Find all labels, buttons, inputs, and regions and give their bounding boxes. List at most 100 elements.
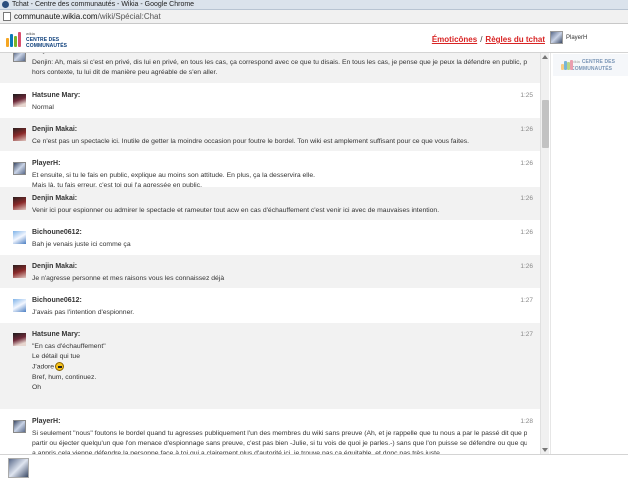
message-author[interactable]: Hatsune Mary: xyxy=(32,92,80,99)
chat-input-area xyxy=(0,454,628,480)
message-time: 1:26 xyxy=(520,195,533,202)
cool-smiley-icon xyxy=(55,362,65,372)
url-text[interactable]: communaute.wikia.com/wiki/Spécial:Chat xyxy=(14,12,161,21)
message-body: "En cas d'échauffement" Le détail qui tue… xyxy=(32,342,527,393)
message-author[interactable]: Bichoune0612: xyxy=(32,297,82,304)
chat-rules-link[interactable]: Règles du tchat xyxy=(485,35,545,44)
message-author[interactable]: Denjin Makai: xyxy=(32,126,77,133)
window-title: Tchat - Centre des communautés - Wikia -… xyxy=(12,1,195,8)
message-body: Ce n'est pas un spectacle ici. Inutile d… xyxy=(32,137,527,147)
message-time: 1:26 xyxy=(520,126,533,133)
room-logo-line-2: COMMUNAUTÉS xyxy=(570,66,613,72)
message-line: Oh xyxy=(32,384,42,392)
room-logo-line-1: CENTRE DES xyxy=(581,59,616,65)
avatar[interactable] xyxy=(13,94,26,107)
message-line: Bref, hum, continuez. xyxy=(32,373,97,381)
avatar xyxy=(8,458,29,478)
message-line: partir ou éjecter quelqu'un que l'on men… xyxy=(32,440,527,448)
message-line: J'adore xyxy=(32,362,527,373)
message-body: Normal xyxy=(32,103,527,113)
avatar[interactable] xyxy=(13,333,26,346)
chat-message: PlayerH: 1:25 Denjin: Ah, mais si c'est en… xyxy=(0,53,540,84)
chat-message: PlayerH: 1:28 Si seulement "nous" foutons … xyxy=(0,410,540,454)
message-body: Bah je venais juste ici comme ça xyxy=(32,240,527,250)
chat-message-input[interactable] xyxy=(33,457,548,479)
message-time: 1:27 xyxy=(520,331,533,338)
avatar[interactable] xyxy=(13,231,26,244)
avatar[interactable] xyxy=(13,299,26,312)
message-line: J'avais pas l'intention d'espionner. xyxy=(32,309,135,316)
chat-message: Hatsune Mary: 1:25 Normal xyxy=(0,84,540,118)
message-line: Bah je venais juste ici comme ça xyxy=(32,241,131,248)
room-logo-text: wikia CENTRE DES COMMUNAUTÉS xyxy=(571,58,628,72)
header-links: Émoticônes / Règles du tchat xyxy=(432,35,545,44)
message-author[interactable]: PlayerH: xyxy=(32,160,60,167)
message-author[interactable]: Denjin Makai: xyxy=(32,263,77,270)
chat-message: Denjin Makai: 1:26 Je n'agresse personne e… xyxy=(0,255,540,289)
message-author[interactable]: Denjin Makai: xyxy=(32,195,77,202)
message-time: 1:25 xyxy=(520,53,533,54)
logo-line-2: COMMUNAUTÉS xyxy=(26,42,68,49)
avatar[interactable] xyxy=(13,265,26,278)
message-time: 1:28 xyxy=(520,418,533,425)
chat-message: Bichoune0612: 1:26 Bah je venais juste ici… xyxy=(0,221,540,255)
message-list[interactable]: PlayerH: 1:25 Denjin: Ah, mais si c'est en… xyxy=(0,53,540,454)
message-body: J'avais pas l'intention d'espionner. xyxy=(32,308,527,318)
chrome-icon xyxy=(2,1,9,8)
current-user-name: PlayerH xyxy=(566,34,588,41)
message-author[interactable]: Hatsune Mary: xyxy=(32,331,80,338)
message-line: hors contexte, tu lui dit de manière peu… xyxy=(32,69,218,77)
message-time: 1:25 xyxy=(520,92,533,99)
chat-header: wikia CENTRE DES COMMUNAUTÉS Émoticônes /… xyxy=(0,25,628,53)
message-author[interactable]: Bichoune0612: xyxy=(32,229,82,236)
chat-message: Denjin Makai: 1:26 Venir ici pour espionne… xyxy=(0,187,540,221)
address-bar[interactable]: communaute.wikia.com/wiki/Spécial:Chat xyxy=(0,10,628,24)
message-body: Si seulement "nous" foutons le bordel qu… xyxy=(32,429,527,454)
message-author[interactable]: PlayerH: xyxy=(32,53,60,54)
link-separator: / xyxy=(480,35,483,44)
message-time: 1:26 xyxy=(520,229,533,236)
avatar xyxy=(550,31,563,44)
chat-message: Hatsune Mary: 1:27 "En cas d'échauffement"… xyxy=(0,323,540,410)
current-user[interactable]: PlayerH xyxy=(550,31,587,44)
room-entry-main[interactable]: wikia CENTRE DES COMMUNAUTÉS xyxy=(553,54,628,76)
scroll-up-icon[interactable] xyxy=(542,55,548,59)
avatar[interactable] xyxy=(13,128,26,141)
wikia-logo-icon xyxy=(561,60,573,70)
message-line: Le détail qui tue xyxy=(32,353,80,361)
window-titlebar: Tchat - Centre des communautés - Wikia -… xyxy=(0,0,628,10)
page-icon xyxy=(3,12,11,21)
avatar[interactable] xyxy=(13,197,26,210)
logo-text: wikia CENTRE DES COMMUNAUTÉS xyxy=(26,31,67,49)
message-body: Je n'agresse personne et mes raisons vou… xyxy=(32,274,527,284)
message-line: "En cas d'échauffement" xyxy=(32,343,106,350)
url-host: communaute.wikia.com xyxy=(14,12,98,21)
chat-message: Denjin Makai: 1:26 Ce n'est pas un spectac… xyxy=(0,118,540,152)
message-body: Venir ici pour espionner ou admirer le s… xyxy=(32,206,527,216)
message-body: Denjin: Ah, mais si c'est en privé, dis … xyxy=(32,58,527,78)
emoticons-link[interactable]: Émoticônes xyxy=(432,35,477,44)
message-line: Et ensuite, si tu le fais en public, exp… xyxy=(32,172,315,179)
message-time: 1:26 xyxy=(520,160,533,167)
message-line: Normal xyxy=(32,104,54,111)
message-author[interactable]: PlayerH: xyxy=(32,418,60,425)
message-time: 1:27 xyxy=(520,297,533,304)
wiki-logo[interactable]: wikia CENTRE DES COMMUNAUTÉS xyxy=(6,30,67,49)
chat-message: PlayerH: 1:26 Et ensuite, si tu le fais en… xyxy=(0,152,540,189)
message-line: Je n'agresse personne et mes raisons vou… xyxy=(32,275,225,282)
message-line: Si seulement "nous" foutons le bordel qu… xyxy=(32,430,527,437)
wikia-logo-icon xyxy=(6,32,24,47)
scroll-thumb[interactable] xyxy=(542,100,549,148)
message-line: Denjin: Ah, mais si c'est en privé, dis … xyxy=(32,59,527,66)
message-line: Venir ici pour espionner ou admirer le s… xyxy=(32,207,440,214)
avatar[interactable] xyxy=(13,420,26,433)
message-line: Ce n'est pas un spectacle ici. Inutile d… xyxy=(32,138,470,145)
url-path: /wiki/Spécial:Chat xyxy=(97,12,161,21)
message-time: 1:26 xyxy=(520,263,533,270)
message-scrollbar[interactable] xyxy=(540,53,549,454)
avatar[interactable] xyxy=(13,53,26,62)
scroll-down-icon[interactable] xyxy=(542,448,548,452)
avatar[interactable] xyxy=(13,162,26,175)
room-panel: wikia CENTRE DES COMMUNAUTÉS xyxy=(550,53,628,454)
chat-message: Bichoune0612: 1:27 J'avais pas l'intention… xyxy=(0,289,540,323)
